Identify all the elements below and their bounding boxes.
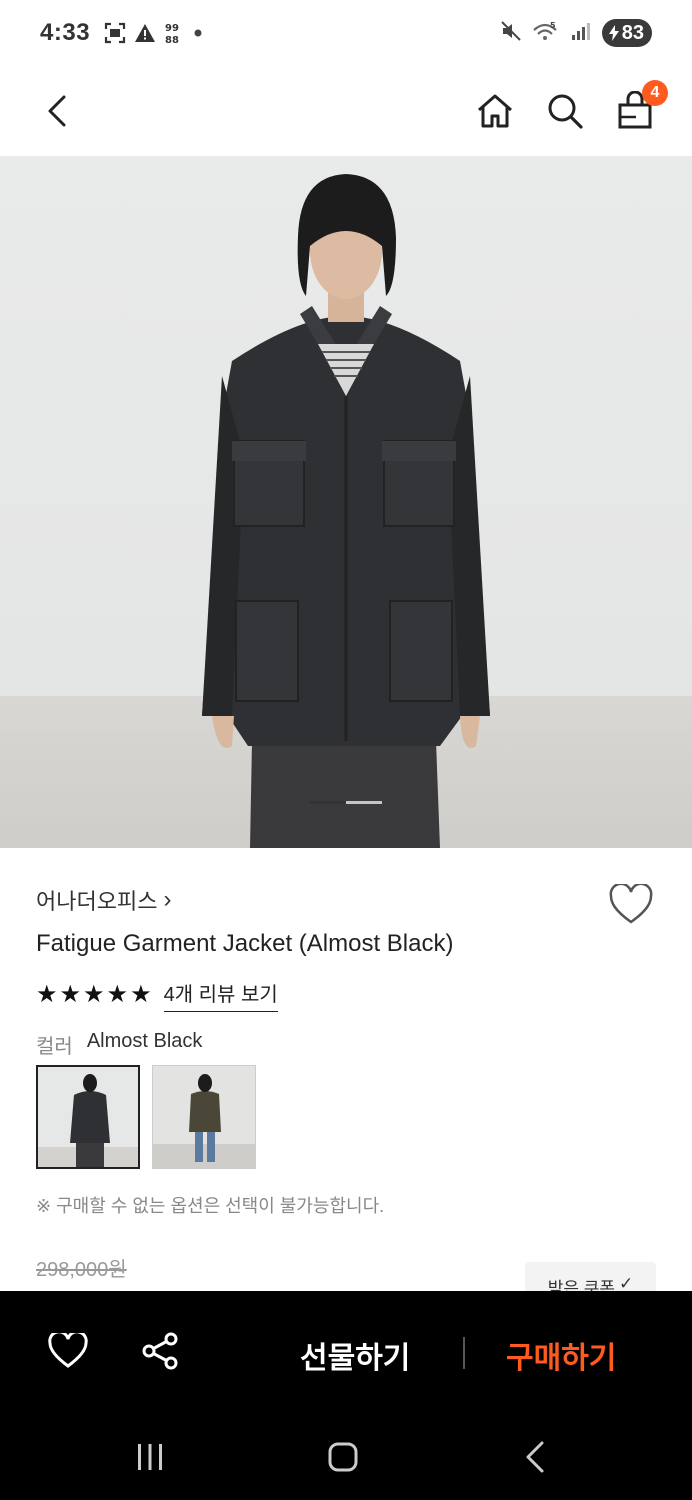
home-button[interactable] xyxy=(474,90,516,132)
carousel-indicator-active xyxy=(310,801,346,804)
brand-link[interactable]: 어나더오피스 › xyxy=(36,884,171,916)
star-icon: ★ xyxy=(83,981,105,1008)
gift-button[interactable]: 선물하기 xyxy=(300,1333,410,1377)
back-arrow-icon xyxy=(48,95,66,127)
home-nav-button[interactable] xyxy=(323,1437,363,1477)
color-thumb-olive xyxy=(153,1066,255,1168)
back-nav-button[interactable] xyxy=(516,1437,556,1477)
color-thumb-almost-black xyxy=(38,1067,138,1167)
search-button[interactable] xyxy=(544,90,586,132)
color-option-olive[interactable] xyxy=(152,1065,256,1169)
wifi-5g-icon: 5 xyxy=(532,20,560,47)
action-divider xyxy=(463,1337,465,1369)
brand-name: 어나더오피스 xyxy=(36,889,158,914)
status-bar: 4:33 99 88 5 83 xyxy=(0,0,692,66)
svg-text:88: 88 xyxy=(165,35,179,45)
star-icon: ★ xyxy=(59,981,82,1008)
dual-sim-icon: 99 88 xyxy=(164,21,184,45)
rating-row: ★ ★ ★ ★ ★ 4개 리뷰 보기 xyxy=(36,978,278,1012)
color-label: 컬러 xyxy=(36,1036,73,1058)
app-header: 4 xyxy=(0,66,692,156)
status-left-icons: 99 88 xyxy=(104,21,204,45)
status-right-icons: 5 83 xyxy=(500,19,652,47)
warning-icon xyxy=(134,23,156,43)
heart-icon xyxy=(48,1333,88,1368)
mute-icon xyxy=(500,20,522,47)
screenshot-icon xyxy=(104,22,126,44)
review-link[interactable]: 4개 리뷰 보기 xyxy=(163,978,278,1012)
carousel-indicator xyxy=(310,801,382,804)
search-icon xyxy=(548,94,583,129)
share-button[interactable] xyxy=(140,1331,180,1371)
star-icon: ★ xyxy=(36,981,58,1008)
color-row: 컬러 Almost Black xyxy=(36,1030,202,1059)
share-icon xyxy=(142,1332,178,1370)
rating-stars: ★ ★ ★ ★ ★ xyxy=(36,983,152,1007)
battery-icon: 83 xyxy=(601,19,652,47)
signal-icon xyxy=(570,20,592,47)
color-options xyxy=(36,1065,256,1169)
status-time: 4:33 xyxy=(40,19,91,46)
header-actions: 4 xyxy=(474,80,668,132)
color-option-almost-black[interactable] xyxy=(36,1065,140,1169)
wishlist-button[interactable] xyxy=(48,1331,88,1371)
dot-icon xyxy=(192,27,204,39)
product-image[interactable] xyxy=(0,156,692,848)
recent-apps-button[interactable] xyxy=(130,1437,170,1477)
svg-text:5: 5 xyxy=(550,21,556,30)
wishlist-button-top[interactable] xyxy=(608,882,654,926)
heart-outline-icon xyxy=(609,882,653,924)
cart-button[interactable]: 4 xyxy=(614,80,668,132)
product-name: Fatigue Garment Jacket (Almost Black) xyxy=(36,930,454,957)
recent-apps-icon xyxy=(138,1444,162,1470)
back-button[interactable] xyxy=(36,90,78,132)
home-nav-icon xyxy=(328,1442,358,1472)
option-note: ※ 구매할 수 없는 옵션은 선택이 불가능합니다. xyxy=(36,1196,385,1216)
battery-level: 83 xyxy=(621,21,644,44)
original-price: 298,000원 xyxy=(36,1259,127,1281)
svg-text:99: 99 xyxy=(165,23,179,34)
product-photo xyxy=(202,174,490,848)
star-icon: ★ xyxy=(106,981,129,1008)
buy-button[interactable]: 구매하기 xyxy=(506,1333,616,1377)
system-nav-bar xyxy=(0,1413,692,1500)
back-nav-icon xyxy=(526,1441,544,1473)
home-icon xyxy=(478,94,512,128)
color-value: Almost Black xyxy=(86,1030,203,1052)
star-icon: ★ xyxy=(130,981,152,1008)
chevron-right-icon: › xyxy=(163,886,172,913)
bottom-action-bar: 선물하기 구매하기 xyxy=(0,1291,692,1413)
cart-count-badge: 4 xyxy=(642,80,668,106)
